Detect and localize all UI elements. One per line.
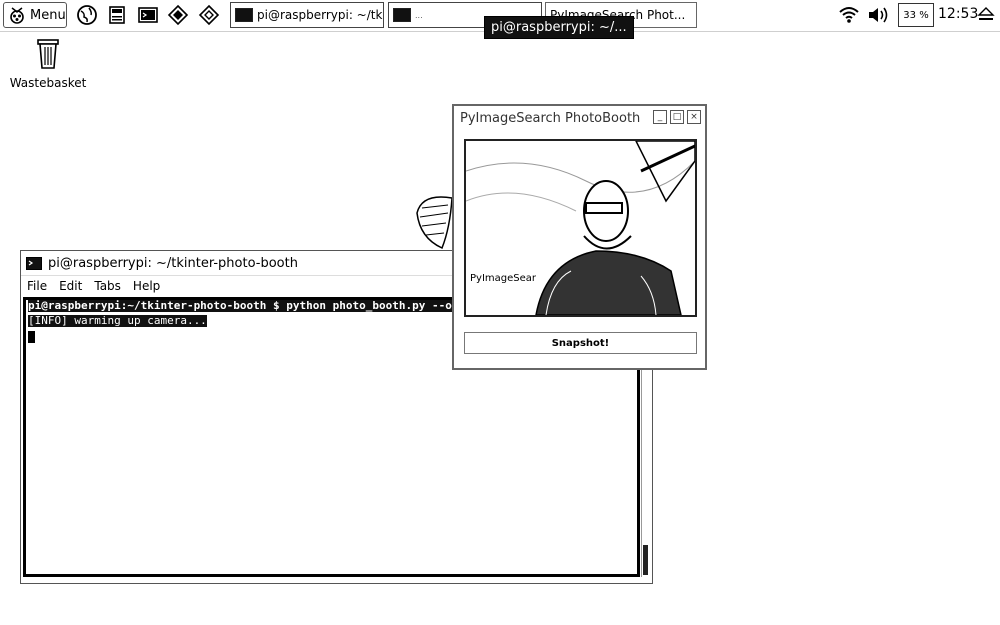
terminal-line-info: [INFO] warming up camera... [28,315,207,327]
task-window-label: ... [415,10,423,20]
scrollbar-thumb[interactable] [643,545,648,575]
minimize-icon[interactable]: _ [653,110,667,124]
menu-edit[interactable]: Edit [59,279,82,293]
wolfram-icon[interactable] [198,4,220,26]
window-controls: _ □ × [653,110,701,124]
terminal-icon [26,256,42,270]
tooltip-text: pi@raspberrypi: ~/... [491,20,627,35]
wifi-icon[interactable] [838,5,860,25]
mathematica-icon[interactable] [167,4,189,26]
task-terminal-button[interactable]: pi@raspberrypi: ~/tki... [230,2,384,28]
window-icon [393,8,411,22]
menu-tabs[interactable]: Tabs [94,279,121,293]
terminal-title: pi@raspberrypi: ~/tkinter-photo-booth [48,255,298,271]
terminal-launcher-icon[interactable] [137,4,159,26]
menu-button[interactable]: Menu [3,2,67,28]
photobooth-title: PyImageSearch PhotoBooth [460,110,641,126]
eject-icon[interactable] [976,6,996,24]
wastebasket-desktop-item[interactable]: Wastebasket [8,36,88,90]
wastebasket-label: Wastebasket [9,76,87,90]
cpu-monitor[interactable]: 33 % [898,3,934,27]
terminal-icon [235,8,253,22]
file-manager-icon[interactable] [106,4,128,26]
terminal-cursor [28,331,35,343]
cpu-label: 33 % [903,9,929,21]
raspberry-icon [10,7,24,24]
preview-caption: PyImageSear [470,273,537,284]
menu-file[interactable]: File [27,279,47,293]
wallpaper-fragment [416,196,453,250]
camera-feed-image [466,141,695,315]
clock[interactable]: 12:53 [938,6,978,22]
menu-help[interactable]: Help [133,279,160,293]
terminal-line-command: pi@raspberrypi:~/tkinter-photo-booth $ p… [28,300,485,312]
trash-icon [37,39,59,69]
photobooth-titlebar[interactable]: PyImageSearch PhotoBooth _ □ × [454,106,705,130]
photobooth-window[interactable]: PyImageSearch PhotoBooth _ □ × PyImageSe… [452,104,707,370]
browser-globe-icon[interactable] [76,4,98,26]
snapshot-button[interactable]: Snapshot! [464,332,697,354]
volume-icon[interactable] [866,4,892,26]
taskbar-tooltip: pi@raspberrypi: ~/... [484,16,634,39]
maximize-icon[interactable]: □ [670,110,684,124]
close-icon[interactable]: × [687,110,701,124]
task-terminal-label: pi@raspberrypi: ~/tki... [257,8,384,22]
menu-label: Menu [30,7,66,23]
camera-preview: PyImageSear [464,139,697,317]
